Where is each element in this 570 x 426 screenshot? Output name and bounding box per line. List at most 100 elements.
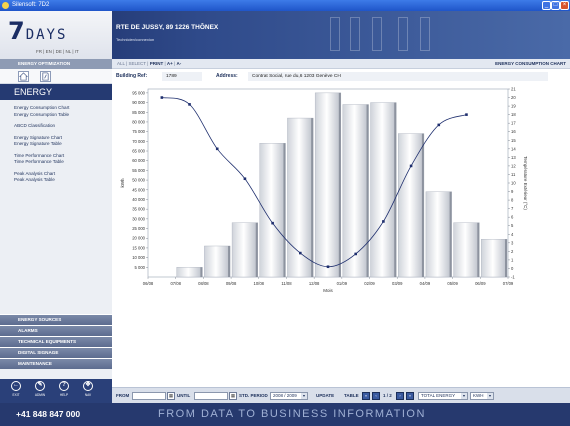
y-tick-label: 30 000 [132, 216, 145, 221]
sidebar-title: ENERGY [0, 84, 112, 100]
maximize-icon[interactable]: □ [551, 1, 560, 10]
table-link[interactable]: TABLE [344, 388, 359, 404]
temperature-point [243, 177, 247, 181]
bar-shadow [255, 222, 258, 277]
period-select[interactable]: 2008 / 2009 ▼ [270, 392, 308, 400]
y-tick-label: 5 000 [135, 265, 146, 270]
y2-tick-label: 15 [511, 138, 516, 143]
y-tick-label: 80 000 [132, 119, 145, 124]
y2-tick-label: 3 [511, 240, 514, 245]
admin-button[interactable]: ✎ ADMIN [32, 381, 48, 401]
temperature-point [271, 221, 274, 225]
bar-01/09 [342, 104, 369, 278]
main-content: Building Ref: 1789 Address: Contrat Soci… [112, 69, 570, 387]
x-tick-label: 08/08 [198, 281, 209, 286]
y2-tick-label: 5 [511, 223, 514, 228]
std-period-label: STD. PERIOD [239, 393, 268, 398]
unit-select[interactable]: KWH ▼ [470, 392, 494, 400]
y-tick-label: 50 000 [132, 178, 145, 183]
page-title: ENERGY CONSUMPTION CHART [495, 61, 566, 66]
last-page-icon[interactable]: » [406, 392, 414, 400]
admin-icon: ✎ [35, 381, 45, 391]
bar-04/09 [425, 191, 452, 278]
y2-tick-label: 17 [511, 121, 516, 126]
sidebar-section[interactable]: ALARMS [0, 325, 112, 336]
nav-button[interactable]: ✥ NAV [80, 381, 96, 401]
y-tick-label: 25 000 [132, 226, 145, 231]
bar-shadow [228, 245, 231, 277]
y2-tick-label: 20 [511, 95, 516, 100]
first-page-icon[interactable]: « [362, 392, 370, 400]
x-tick-label: 03/09 [392, 281, 403, 286]
x-tick-label: 07/09 [503, 281, 514, 286]
sidebar-item[interactable]: Energy Signature Table [14, 141, 69, 148]
x-tick-label: 11/08 [281, 281, 292, 286]
font-decrease-link[interactable]: A- [176, 61, 181, 66]
update-button[interactable]: UPDATE [316, 388, 334, 404]
header-address: RTE DE JUSSY, 89 1226 THÔNEX [116, 24, 219, 31]
footer-slogan: FROM DATA TO BUSINESS INFORMATION [158, 408, 426, 420]
building-ref-label: Building Ref: [116, 73, 148, 79]
sidebar-item[interactable]: Energy Consumption Chart [14, 105, 69, 112]
address-label: Address: [216, 73, 238, 79]
y-tick-label: 85 000 [132, 110, 145, 115]
select-link[interactable]: SELECT [129, 61, 146, 66]
sidebar-nav-bar: ← EXIT ✎ ADMIN ? HELP ✥ NAV [0, 379, 112, 403]
y2-tick-label: 16 [511, 129, 516, 134]
font-increase-link[interactable]: A+ [167, 61, 173, 66]
header-decoration [372, 17, 382, 51]
temperature-point [354, 252, 357, 256]
prev-page-icon[interactable]: ‹ [372, 392, 380, 400]
bar-shadow [477, 222, 480, 277]
footer: +41 848 847 000 FROM DATA TO BUSINESS IN… [0, 403, 570, 426]
x-tick-label: 06/09 [475, 281, 486, 286]
from-calendar-icon[interactable]: ▦ [167, 392, 175, 400]
energy-type-select[interactable]: TOTAL ENERGY ▼ [418, 392, 468, 400]
minimize-icon[interactable]: _ [542, 1, 551, 10]
sidebar: ENERGY Energy Consumption Chart Energy Co… [0, 69, 112, 403]
bar-shadow [505, 239, 507, 277]
y-tick-label: 15 000 [132, 245, 145, 250]
sidebar-item[interactable]: Time Performance Table [14, 159, 69, 166]
sidebar-section[interactable]: MAINTENANCE [0, 358, 112, 369]
close-icon[interactable]: × [560, 1, 569, 10]
y2-axis-label: Température Extérieur (°C) [523, 156, 528, 210]
until-calendar-icon[interactable]: ▦ [229, 392, 237, 400]
home-icon[interactable] [18, 71, 29, 82]
until-label: UNTIL [177, 393, 191, 398]
toolbar-tools: ALL | SELECT | PRINT | A+ | A- [117, 61, 182, 66]
bar-shadow [449, 191, 452, 277]
bar-shadow [200, 267, 203, 277]
y-tick-label: 35 000 [132, 207, 145, 212]
help-button[interactable]: ? HELP [56, 381, 72, 401]
sidebar-item[interactable]: Peak Analysis Table [14, 177, 69, 184]
y-tick-label: 65 000 [132, 149, 145, 154]
y2-tick-label: 13 [511, 155, 516, 160]
language-selector[interactable]: FR | EN | DE | NL | IT [36, 49, 79, 54]
y2-tick-label: 0 [511, 266, 514, 271]
y2-tick-label: 11 [511, 172, 516, 177]
x-tick-label: 04/09 [420, 281, 431, 286]
sidebar-section[interactable]: DIGITAL SIGNAGE [0, 347, 112, 358]
sidebar-section[interactable]: TECHNICAL EQUIPMENTS [0, 336, 112, 347]
from-date-input[interactable] [132, 392, 166, 400]
section-label: ENERGY OPTIMIZATION [0, 59, 112, 69]
y-tick-label: 70 000 [132, 139, 145, 144]
until-date-input[interactable] [194, 392, 228, 400]
temperature-point [326, 265, 330, 269]
bar-07/08 [176, 267, 203, 278]
temperature-point [160, 96, 164, 99]
x-tick-label: 10/08 [254, 281, 265, 286]
sidebar-item[interactable]: Energy Consumption Table [14, 112, 69, 119]
y2-tick-label: 9 [511, 189, 514, 194]
exit-button[interactable]: ← EXIT [8, 381, 24, 401]
next-page-icon[interactable]: › [396, 392, 404, 400]
y-tick-label: 10 000 [132, 255, 145, 260]
x-tick-label: 06/08 [143, 281, 154, 286]
document-edit-icon[interactable] [40, 71, 51, 82]
y2-tick-label: 21 [511, 87, 516, 92]
nav-label: HELP [59, 393, 69, 397]
print-link[interactable]: PRINT [150, 61, 164, 66]
sidebar-section[interactable]: ENERGY SOURCES [0, 314, 112, 325]
select-all-link[interactable]: ALL [117, 61, 125, 66]
